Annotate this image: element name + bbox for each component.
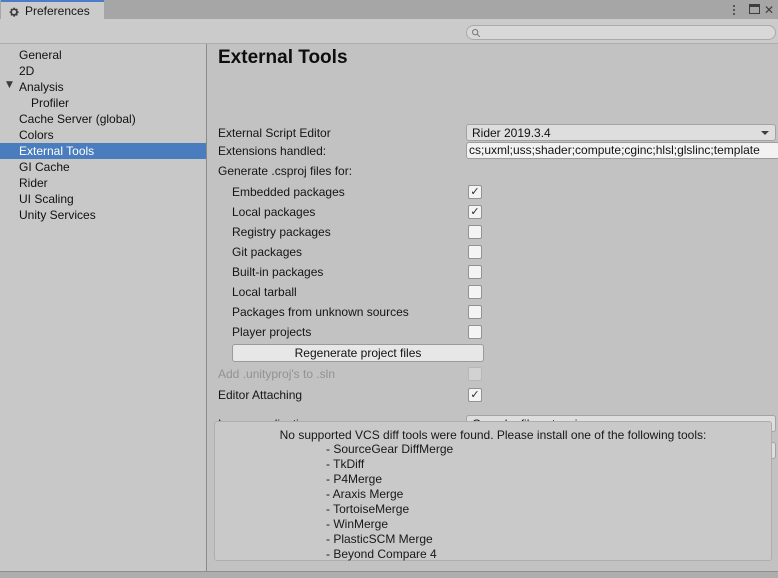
sidebar-item-profiler[interactable]: Profiler: [0, 95, 206, 111]
editor-attaching-label: Editor Attaching: [218, 387, 302, 403]
package-label: Player projects: [232, 324, 311, 340]
sidebar-item-cache-server-global[interactable]: Cache Server (global): [0, 111, 206, 127]
checkmark-icon: ✓: [470, 186, 479, 198]
package-label: Local tarball: [232, 284, 297, 300]
checkbox-player-projects[interactable]: ✓: [468, 325, 482, 339]
window-menu-icon[interactable]: [728, 0, 740, 19]
sidebar-item-colors[interactable]: Colors: [0, 127, 206, 143]
package-row-packages-from-unknown-sources: Packages from unknown sources ✓: [207, 303, 778, 321]
sidebar-item-ui-scaling[interactable]: UI Scaling: [0, 191, 206, 207]
external-script-editor-label: External Script Editor: [218, 125, 331, 141]
checkbox-local-tarball[interactable]: ✓: [468, 285, 482, 299]
package-row-built-in-packages: Built-in packages ✓: [207, 263, 778, 281]
sidebar: General 2D▼AnalysisProfiler Cache Server (…: [0, 44, 206, 571]
sidebar-item-label: Cache Server (global): [0, 112, 136, 126]
vcs-tool-item: - PlasticSCM Merge: [215, 532, 771, 547]
search-input[interactable]: [481, 27, 761, 39]
sidebar-item-label: Profiler: [0, 96, 69, 110]
sidebar-item-label: UI Scaling: [0, 192, 74, 206]
vcs-notice-box: No supported VCS diff tools were found. …: [214, 421, 772, 561]
package-label: Built-in packages: [232, 264, 323, 280]
external-script-editor-dropdown[interactable]: Rider 2019.3.4: [466, 124, 776, 141]
search-box[interactable]: [466, 25, 776, 40]
sidebar-item-2d[interactable]: 2D: [0, 63, 206, 79]
sidebar-item-label: 2D: [0, 64, 34, 78]
maximize-icon[interactable]: [749, 4, 760, 14]
package-row-local-packages: Local packages ✓: [207, 203, 778, 221]
sidebar-item-unity-services[interactable]: Unity Services: [0, 207, 206, 223]
sidebar-item-general[interactable]: General: [0, 47, 206, 63]
editor-attaching-checkbox[interactable]: ✓: [468, 388, 482, 402]
vcs-tool-item: - SourceGear DiffMerge: [215, 442, 771, 457]
vcs-tool-item: - TortoiseMerge: [215, 502, 771, 517]
vcs-tool-item: - WinMerge: [215, 517, 771, 532]
add-unityproj-label: Add .unityproj's to .sln: [218, 366, 335, 382]
foldout-arrow-icon[interactable]: ▼: [6, 80, 13, 90]
checkbox-built-in-packages[interactable]: ✓: [468, 265, 482, 279]
regenerate-project-files-button[interactable]: Regenerate project files: [232, 344, 484, 362]
checkbox-embedded-packages[interactable]: ✓: [468, 185, 482, 199]
checkbox-local-packages[interactable]: ✓: [468, 205, 482, 219]
tab-strip: Preferences ✕: [0, 0, 778, 19]
gear-icon: [8, 5, 20, 17]
sidebar-item-external-tools[interactable]: External Tools: [0, 143, 206, 159]
extensions-handled-field[interactable]: cs;uxml;uss;shader;compute;cginc;hlsl;gl…: [466, 142, 778, 159]
vcs-tool-item: - TkDiff: [215, 457, 771, 472]
vcs-tool-item: - P4Merge: [215, 472, 771, 487]
checkmark-icon: ✓: [470, 389, 479, 401]
sidebar-item-label: External Tools: [0, 144, 94, 158]
checkbox-git-packages[interactable]: ✓: [468, 245, 482, 259]
page-title: External Tools: [218, 47, 348, 69]
sidebar-item-gi-cache[interactable]: GI Cache: [0, 159, 206, 175]
sidebar-item-label: GI Cache: [0, 160, 70, 174]
sidebar-item-analysis[interactable]: ▼Analysis: [0, 79, 206, 95]
vcs-tool-item: - Araxis Merge: [215, 487, 771, 502]
package-row-player-projects: Player projects ✓: [207, 323, 778, 341]
sidebar-item-label: Unity Services: [0, 208, 96, 222]
main-panel: External Tools External Script Editor Ri…: [207, 44, 778, 571]
window-bottom-edge[interactable]: [0, 571, 778, 578]
external-script-editor-value: Rider 2019.3.4: [472, 126, 551, 140]
package-label: Local packages: [232, 204, 315, 220]
vcs-tool-item: - Beyond Compare 4: [215, 547, 771, 562]
package-row-registry-packages: Registry packages ✓: [207, 223, 778, 241]
package-label: Git packages: [232, 244, 302, 260]
chevron-down-icon: [761, 131, 769, 135]
search-icon: [471, 28, 481, 38]
package-row-git-packages: Git packages ✓: [207, 243, 778, 261]
checkmark-icon: ✓: [470, 206, 479, 218]
tab-title: Preferences: [25, 4, 90, 18]
package-label: Registry packages: [232, 224, 331, 240]
sidebar-item-label: General: [0, 48, 62, 62]
sidebar-item-label: Colors: [0, 128, 54, 142]
package-row-embedded-packages: Embedded packages ✓: [207, 183, 778, 201]
add-unityproj-checkbox: [468, 367, 482, 381]
sidebar-item-label: Rider: [0, 176, 48, 190]
vcs-tools-list: - SourceGear DiffMerge- TkDiff- P4Merge-…: [215, 442, 771, 562]
sidebar-item-rider[interactable]: Rider: [0, 175, 206, 191]
checkbox-packages-from-unknown-sources[interactable]: ✓: [468, 305, 482, 319]
generate-csproj-label: Generate .csproj files for:: [218, 163, 352, 179]
package-row-local-tarball: Local tarball ✓: [207, 283, 778, 301]
tab-preferences[interactable]: Preferences: [1, 0, 104, 19]
checkbox-registry-packages[interactable]: ✓: [468, 225, 482, 239]
package-label: Embedded packages: [232, 184, 345, 200]
extensions-handled-label: Extensions handled:: [218, 143, 326, 159]
close-icon[interactable]: ✕: [762, 0, 776, 19]
preferences-window: Preferences ✕ General 2D▼AnalysisProfiler…: [0, 0, 778, 578]
vcs-notice-heading: No supported VCS diff tools were found. …: [215, 428, 771, 442]
package-label: Packages from unknown sources: [232, 304, 409, 320]
toolbar: [0, 19, 778, 44]
